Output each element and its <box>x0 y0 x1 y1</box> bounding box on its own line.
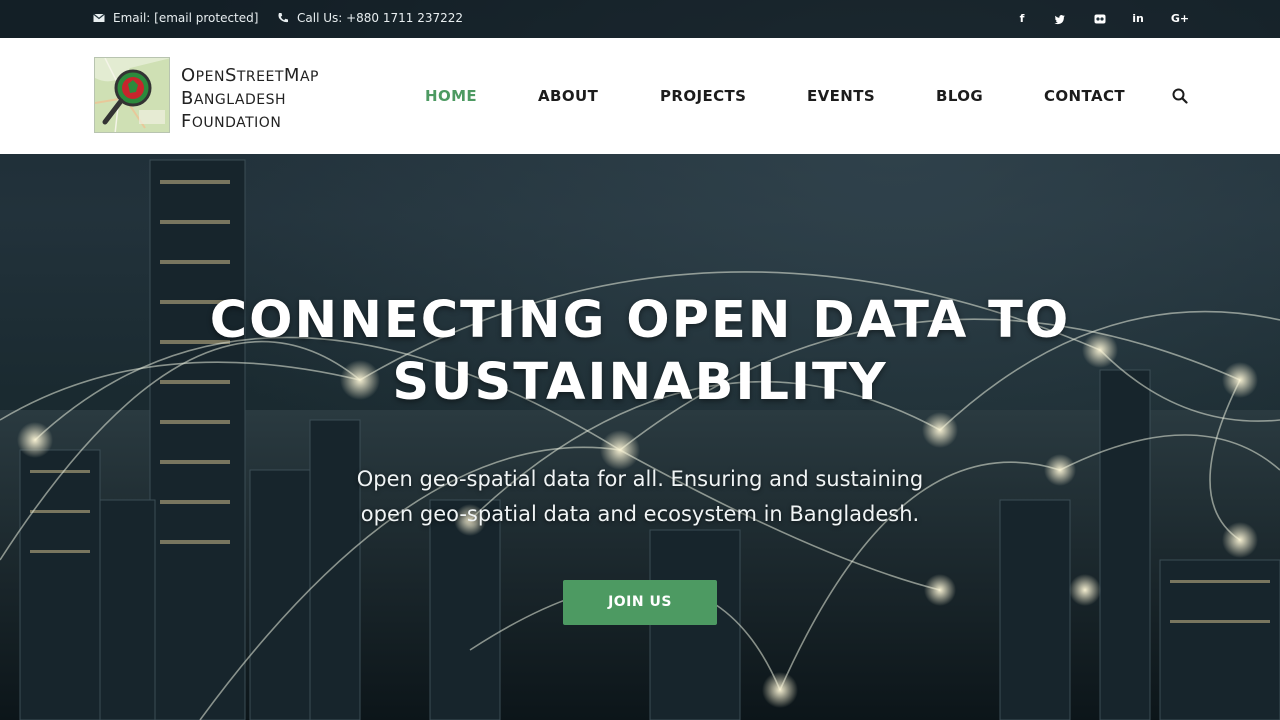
flickr-icon[interactable] <box>1092 11 1108 27</box>
nav-home[interactable]: HOME <box>425 87 477 105</box>
hero-subtitle-line-2: open geo-spatial data and ecosystem in B… <box>360 502 920 526</box>
hero-subtitle: Open geo-spatial data for all. Ensuring … <box>290 462 990 532</box>
email-contact[interactable]: Email: [email protected] <box>93 11 258 25</box>
logo-image[interactable] <box>94 57 170 133</box>
hero-title-line-1: CONNECTING OPEN DATA TO <box>209 291 1071 350</box>
hero-title: CONNECTING OPEN DATA TO SUSTAINABILITY <box>140 290 1140 414</box>
logo-line-3: FOUNDATION <box>181 111 282 132</box>
twitter-icon[interactable] <box>1052 11 1068 27</box>
phone-contact[interactable]: Call Us: +880 1711 237222 <box>277 11 463 25</box>
map-magnifier-logo-icon <box>95 58 169 132</box>
hero-title-line-2: SUSTAINABILITY <box>392 353 888 412</box>
top-bar: Email: [email protected] Call Us: +880 1… <box>0 0 1280 38</box>
nav-blog[interactable]: BLOG <box>936 87 983 105</box>
email-label: Email: [email protected] <box>113 11 259 25</box>
google-plus-icon[interactable]: G+ <box>1170 11 1190 27</box>
nav-projects[interactable]: PROJECTS <box>660 87 746 105</box>
logo-text[interactable]: OPENSTREETMAP BANGLADESH FOUNDATION <box>181 65 319 134</box>
phone-icon <box>278 13 288 23</box>
logo-line-1: OPENSTREETMAP <box>181 65 319 86</box>
nav-about[interactable]: ABOUT <box>538 87 598 105</box>
site-header: OPENSTREETMAP BANGLADESH FOUNDATION HOME… <box>0 38 1280 154</box>
join-us-button[interactable]: JOIN US <box>563 580 717 625</box>
phone-label: Call Us: +880 1711 237222 <box>297 11 464 25</box>
nav-contact[interactable]: CONTACT <box>1044 87 1125 105</box>
envelope-icon <box>93 13 105 22</box>
nav-events[interactable]: EVENTS <box>807 87 875 105</box>
linkedin-icon[interactable]: in <box>1130 11 1146 27</box>
search-icon[interactable] <box>1172 88 1188 104</box>
facebook-icon[interactable]: f <box>1014 11 1030 27</box>
hero-subtitle-line-1: Open geo-spatial data for all. Ensuring … <box>356 467 924 491</box>
logo-line-2: BANGLADESH <box>181 88 286 109</box>
